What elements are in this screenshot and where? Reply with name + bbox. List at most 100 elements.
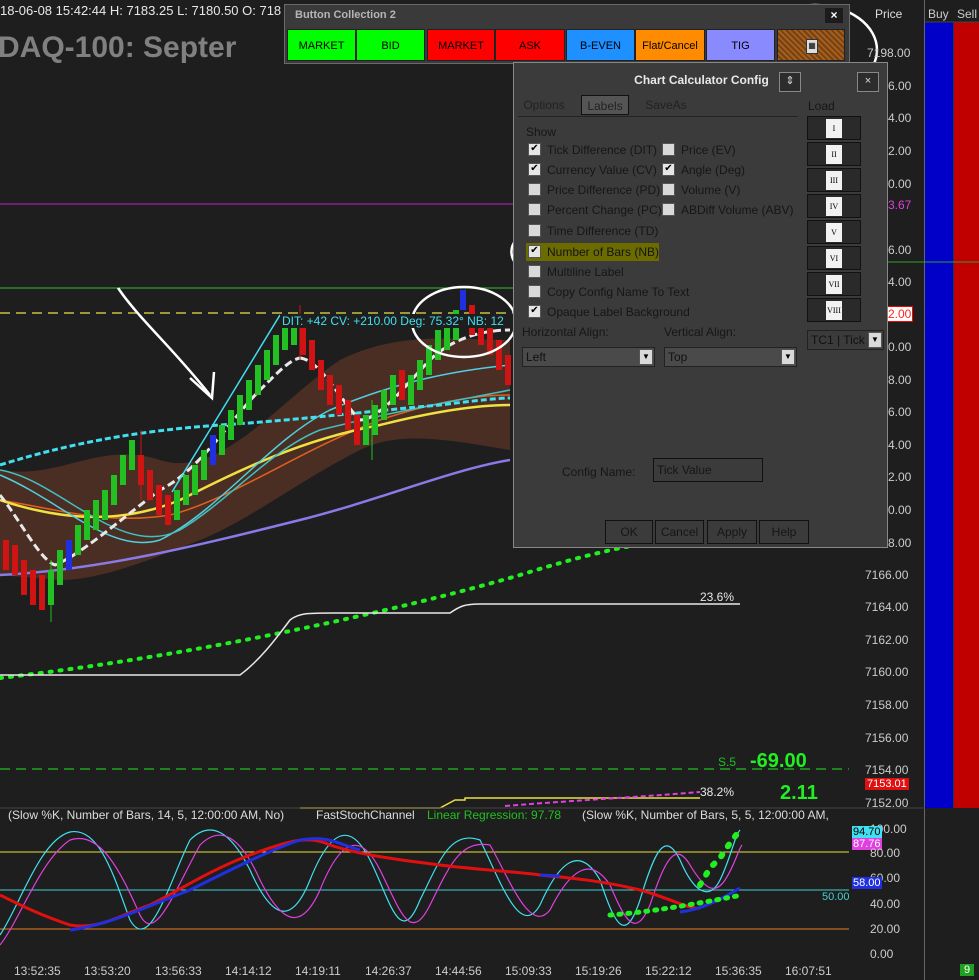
document-icon: III bbox=[826, 171, 842, 190]
bid-button[interactable]: BID bbox=[356, 29, 425, 61]
sell-column-label: Sell bbox=[957, 7, 978, 21]
tab-labels[interactable]: Labels bbox=[581, 95, 629, 115]
time-label: 14:44:56 bbox=[435, 964, 482, 978]
break-even-button[interactable]: B-EVEN bbox=[566, 29, 635, 61]
close-icon[interactable]: × bbox=[857, 72, 879, 92]
checkbox-label: Multiline Label bbox=[547, 265, 624, 279]
check-icon: ✔ bbox=[528, 163, 541, 177]
checkbox-label: Percent Change (PC) bbox=[547, 203, 662, 217]
help-button[interactable]: Help bbox=[759, 520, 809, 544]
calculator-button[interactable]: ▦ bbox=[777, 29, 845, 61]
price-label: 6.00 bbox=[888, 243, 912, 257]
checkbox-label: Angle (Deg) bbox=[681, 163, 746, 177]
flat-cancel-button[interactable]: Flat/Cancel bbox=[635, 29, 705, 61]
h-align-select[interactable]: Left ▼ bbox=[522, 347, 655, 367]
document-icon: I bbox=[826, 119, 842, 138]
checkbox-time-difference[interactable]: Time Difference (TD) bbox=[528, 224, 658, 240]
calculator-icon: ▦ bbox=[806, 39, 818, 54]
tc-select[interactable]: TC1 | Tick ▼ bbox=[807, 330, 884, 350]
ok-button[interactable]: OK bbox=[605, 520, 653, 544]
time-label: 16:07:51 bbox=[785, 964, 832, 978]
load-label: Load bbox=[808, 99, 835, 113]
price-label: 6.00 bbox=[888, 79, 912, 93]
price-label: 4.00 bbox=[888, 111, 912, 125]
check-icon: ✔ bbox=[528, 245, 541, 259]
load-config-4-button[interactable]: IV bbox=[807, 194, 861, 218]
load-config-3-button[interactable]: III bbox=[807, 168, 861, 192]
resize-icon[interactable]: ⇕ bbox=[779, 72, 801, 92]
fib-label: 38.2% bbox=[700, 785, 735, 799]
pivot-label: S.5 bbox=[718, 755, 737, 769]
instrument-title: DAQ-100: Septer bbox=[0, 31, 237, 64]
checkbox-number-of-bars[interactable]: ✔ Number of Bars (NB) bbox=[528, 245, 659, 261]
checkbox-opaque-background[interactable]: ✔ Opaque Label Background bbox=[528, 305, 690, 321]
document-icon: II bbox=[826, 145, 842, 164]
apply-button[interactable]: Apply bbox=[707, 520, 757, 544]
checkbox-box bbox=[528, 183, 541, 197]
checkbox-volume[interactable]: Volume (V) bbox=[662, 183, 740, 199]
ask-button[interactable]: ASK bbox=[495, 29, 565, 61]
value-label: -69.00 bbox=[750, 750, 807, 772]
config-name-input[interactable]: Tick Value bbox=[653, 458, 763, 482]
market-sell-button[interactable]: MARKET bbox=[427, 29, 495, 61]
price-label: 0.00 bbox=[888, 503, 912, 517]
close-icon[interactable]: × bbox=[825, 8, 843, 23]
time-label: 14:14:12 bbox=[225, 964, 272, 978]
indicator-axis-label: 20.00 bbox=[870, 922, 901, 936]
indicator-axis-label: 0.00 bbox=[870, 947, 894, 961]
load-config-7-button[interactable]: VII bbox=[807, 272, 861, 296]
load-item-label: IV bbox=[829, 202, 839, 211]
sell-column bbox=[954, 0, 979, 808]
button-collection-window[interactable]: Button Collection 2 × MARKET BID MARKET … bbox=[284, 4, 850, 64]
price-tag-red: 2.00 bbox=[886, 306, 914, 322]
price-label: 7164.00 bbox=[865, 600, 909, 614]
v-align-select[interactable]: Top ▼ bbox=[664, 347, 797, 367]
chart-calculator-config-dialog[interactable]: Chart Calculator Config ⇕ × Options Labe… bbox=[513, 62, 888, 548]
check-icon: ✔ bbox=[528, 305, 541, 319]
market-buy-button[interactable]: MARKET bbox=[287, 29, 356, 61]
indicator-tag-blue: 58.00 bbox=[852, 877, 882, 889]
checkbox-copy-config-name[interactable]: Copy Config Name To Text bbox=[528, 285, 689, 301]
checkbox-label: Time Difference (TD) bbox=[547, 224, 659, 238]
checkbox-multiline-label[interactable]: Multiline Label bbox=[528, 265, 624, 281]
load-item-label: V bbox=[831, 228, 837, 237]
load-config-8-button[interactable]: VIII bbox=[807, 298, 861, 322]
h-align-value: Left bbox=[526, 350, 547, 364]
checkbox-box bbox=[528, 265, 541, 279]
fib-label: 23.6% bbox=[700, 590, 735, 604]
checkbox-price-difference[interactable]: Price Difference (PD) bbox=[528, 183, 660, 199]
checkbox-tick-difference[interactable]: ✔ Tick Difference (DIT) bbox=[528, 143, 657, 159]
load-config-2-button[interactable]: II bbox=[807, 142, 861, 166]
checkbox-percent-change[interactable]: Percent Change (PC) bbox=[528, 203, 662, 219]
price-label: 7152.00 bbox=[865, 796, 909, 810]
cancel-button[interactable]: Cancel bbox=[655, 520, 704, 544]
checkbox-angle[interactable]: ✔ Angle (Deg) bbox=[662, 163, 745, 179]
price-label: 7158.00 bbox=[865, 698, 909, 712]
price-label: 2.00 bbox=[888, 144, 912, 158]
tig-button[interactable]: TIG bbox=[706, 29, 775, 61]
load-item-label: III bbox=[830, 176, 838, 185]
checkbox-label: Currency Value (CV) bbox=[547, 163, 657, 177]
checkbox-price[interactable]: Price (EV) bbox=[662, 143, 736, 159]
time-label: 13:56:33 bbox=[155, 964, 202, 978]
load-config-5-button[interactable]: V bbox=[807, 220, 861, 244]
price-label: 6.00 bbox=[888, 405, 912, 419]
time-label: 14:26:37 bbox=[365, 964, 412, 978]
checkbox-currency-value[interactable]: ✔ Currency Value (CV) bbox=[528, 163, 657, 179]
h-align-label: Horizontal Align: bbox=[522, 325, 609, 339]
price-label: 8.00 bbox=[888, 373, 912, 387]
indicator-tag-cyan: 94.70 bbox=[852, 826, 882, 838]
tab-saveas[interactable]: SaveAs bbox=[638, 95, 694, 115]
load-config-1-button[interactable]: I bbox=[807, 116, 861, 140]
checkbox-abdiff-volume[interactable]: ABDiff Volume (ABV) bbox=[662, 203, 794, 219]
load-config-6-button[interactable]: VI bbox=[807, 246, 861, 270]
check-icon: ✔ bbox=[662, 163, 675, 177]
price-label: 7154.00 bbox=[865, 763, 909, 777]
load-item-label: II bbox=[831, 150, 837, 159]
checkbox-label: Tick Difference (DIT) bbox=[547, 143, 658, 157]
indicator-label: Linear Regression: 97.78 bbox=[427, 808, 562, 822]
tab-options[interactable]: Options bbox=[518, 95, 570, 115]
checkbox-label: Price Difference (PD) bbox=[547, 183, 661, 197]
indicator-axis-label: 40.00 bbox=[870, 897, 901, 911]
checkbox-label: Copy Config Name To Text bbox=[547, 285, 690, 299]
